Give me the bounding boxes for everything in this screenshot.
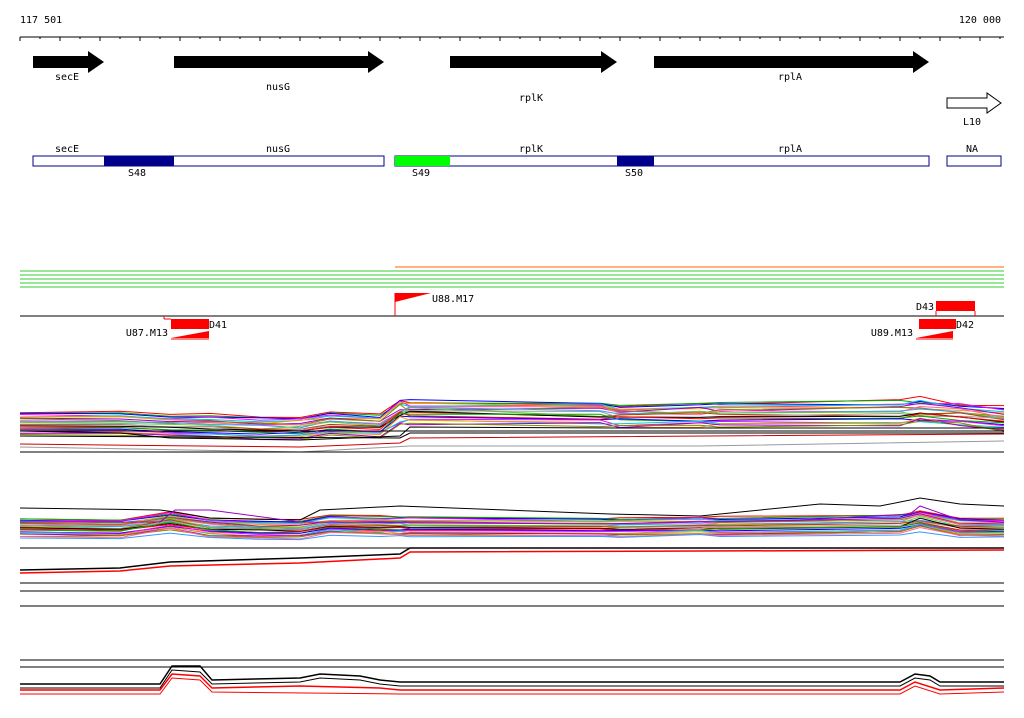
feature-D43[interactable]	[936, 301, 975, 311]
segment-label: S48	[128, 168, 146, 179]
feature-label: D42	[956, 320, 974, 331]
region-label: nusG	[266, 144, 290, 155]
region-box[interactable]	[394, 155, 930, 167]
feature-label: U88.M17	[432, 294, 474, 305]
profile-tracks	[19, 395, 1005, 695]
ruler-end-label: 120 000	[959, 15, 1001, 26]
gene-arrow-secE[interactable]	[33, 51, 104, 73]
gene-label: rplA	[778, 72, 802, 83]
segment-label: S50	[625, 168, 643, 179]
region-label: secE	[55, 144, 79, 155]
segment-S49[interactable]	[395, 156, 450, 166]
region-box[interactable]	[946, 155, 1002, 167]
gene-arrow-nusG[interactable]	[174, 51, 384, 73]
gene-label: secE	[55, 72, 79, 83]
feature-track: U88.M17 D43 D41 U87.M13 D42 U89.M13	[20, 293, 1004, 340]
feature-flag-U87[interactable]	[171, 331, 209, 338]
region-box[interactable]	[32, 155, 385, 167]
alignment-tracks-green	[20, 266, 1004, 288]
gene-label: rplK	[519, 93, 543, 104]
profile-line	[20, 665, 1004, 685]
feature-label: D43	[916, 302, 934, 313]
feature-label: U89.M13	[871, 328, 913, 339]
coordinate-ruler: 117 501 120 000	[19, 15, 1004, 41]
segment-label: S49	[412, 168, 430, 179]
region-label: rplK	[519, 144, 543, 155]
gene-label: nusG	[266, 82, 290, 93]
genome-browser-view: 117 501 120 000 secE nusG rplK rplA L10 …	[0, 0, 1024, 714]
feature-D41[interactable]	[171, 319, 209, 329]
gene-track: secE nusG rplK rplA L10	[33, 51, 1002, 128]
profile-line	[19, 440, 1005, 453]
feature-label: D41	[209, 320, 227, 331]
feature-flag-U88[interactable]	[395, 293, 431, 302]
region-label: NA	[966, 144, 978, 155]
region-track: secE nusG rplK rplA NA S48 S49 S50	[32, 144, 1002, 179]
profile-line	[19, 549, 1005, 574]
feature-D42[interactable]	[919, 319, 956, 329]
feature-label: U87.M13	[126, 328, 168, 339]
segment-S50[interactable]	[617, 156, 654, 166]
gene-label: L10	[963, 117, 981, 128]
genome-canvas: 117 501 120 000 secE nusG rplK rplA L10 …	[19, 15, 1005, 695]
gene-arrow-rplK[interactable]	[450, 51, 617, 73]
gene-arrow-rplA[interactable]	[654, 51, 929, 73]
region-label: rplA	[778, 144, 802, 155]
feature-flag-U89[interactable]	[916, 331, 953, 338]
segment-S48[interactable]	[104, 156, 174, 166]
profile-line	[19, 433, 1005, 448]
gene-arrow-L10[interactable]	[946, 92, 1002, 114]
ruler-ticks	[19, 37, 1001, 41]
ruler-start-label: 117 501	[20, 15, 62, 26]
